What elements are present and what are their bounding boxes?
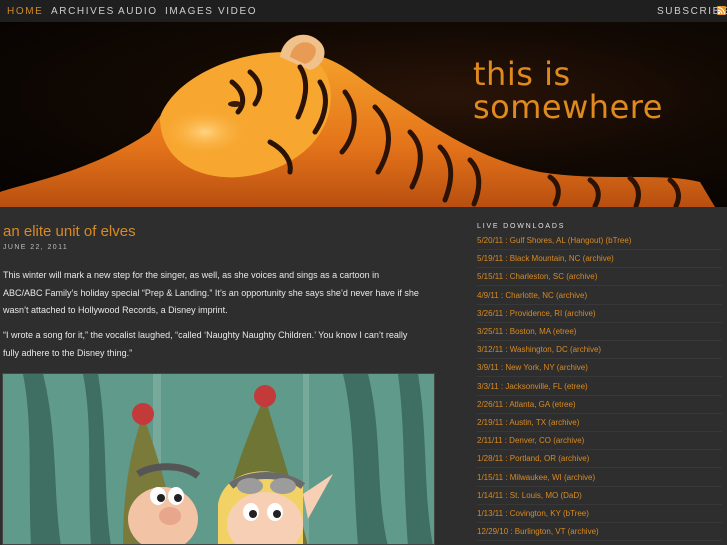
nav-archives[interactable]: ARCHIVES: [51, 6, 115, 17]
nav-video[interactable]: VIDEO: [218, 6, 257, 17]
list-divider: [477, 303, 722, 305]
list-divider: [477, 267, 722, 269]
download-link[interactable]: 1/28/11 : Portland, OR (archive): [477, 454, 722, 463]
paragraph-line: wasn’t attached to Hollywood Records, a …: [3, 305, 228, 315]
download-link[interactable]: 2/26/11 : Atlanta, GA (etree): [477, 400, 722, 409]
list-divider: [477, 249, 722, 250]
post-paragraph-2: “I wrote a song for it,” the vocalist la…: [3, 327, 448, 362]
nav-audio[interactable]: AUDIO: [118, 6, 158, 17]
list-divider: [477, 358, 722, 360]
list-divider: [477, 467, 722, 469]
brand-line-2: somewhere: [473, 88, 663, 126]
list-divider: [477, 449, 722, 451]
header-banner: this is somewhere: [0, 22, 727, 207]
nav-home[interactable]: HOME: [7, 6, 43, 17]
download-link[interactable]: 4/9/11 : Charlotte, NC (archive): [477, 291, 722, 300]
list-divider: [477, 522, 722, 523]
download-link[interactable]: 3/26/11 : Providence, RI (archive): [477, 309, 722, 318]
rss-icon[interactable]: [717, 6, 726, 15]
list-divider: [477, 503, 722, 505]
download-link[interactable]: 5/20/11 : Gulf Shores, AL (Hangout) (bTr…: [477, 236, 722, 245]
paragraph-line: “I wrote a song for it,” the vocalist la…: [3, 330, 408, 340]
top-nav: HOME ARCHIVES AUDIO IMAGES VIDEO SUBSCRI…: [0, 0, 727, 22]
list-divider: [477, 412, 722, 414]
list-divider: [477, 540, 722, 542]
list-divider: [477, 321, 722, 323]
list-divider: [477, 431, 722, 432]
list-divider: [477, 340, 722, 341]
brand-line-1: this is: [473, 55, 571, 93]
download-link[interactable]: 3/25/11 : Boston, MA (etree): [477, 327, 722, 336]
download-link[interactable]: 1/14/11 : St. Louis, MO (DaD): [477, 491, 722, 500]
download-link[interactable]: 2/11/11 : Denver, CO (archive): [477, 436, 722, 445]
download-link[interactable]: 2/19/11 : Austin, TX (archive): [477, 418, 722, 427]
download-link[interactable]: 5/19/11 : Black Mountain, NC (archive): [477, 254, 722, 263]
sidebar-title: LIVE DOWNLOADS: [477, 223, 566, 230]
elves-illustration: [3, 374, 434, 544]
download-link[interactable]: 3/12/11 : Washington, DC (archive): [477, 345, 722, 354]
list-divider: [477, 376, 722, 378]
download-link[interactable]: 3/3/11 : Jacksonville, FL (etree): [477, 382, 722, 391]
download-link[interactable]: 12/29/10 : Burlington, VT (archive): [477, 527, 722, 536]
download-link[interactable]: 3/9/11 : New York, NY (archive): [477, 363, 722, 372]
download-link[interactable]: 1/15/11 : Milwaukee, WI (archive): [477, 473, 722, 482]
post-title[interactable]: an elite unit of elves: [3, 223, 136, 240]
list-divider: [477, 285, 722, 287]
paragraph-line: This winter will mark a new step for the…: [3, 270, 380, 280]
site-brand[interactable]: this is somewhere: [473, 58, 663, 124]
post-image[interactable]: [2, 373, 435, 545]
nav-images[interactable]: IMAGES: [165, 6, 214, 17]
post-paragraph-1: This winter will mark a new step for the…: [3, 267, 448, 320]
download-link[interactable]: 1/13/11 : Covington, KY (bTree): [477, 509, 722, 518]
paragraph-line: fully adhere to the Disney thing.”: [3, 347, 133, 358]
list-divider: [477, 394, 722, 396]
list-divider: [477, 485, 722, 487]
post-date: JUNE 22, 2011: [3, 244, 69, 251]
paragraph-line: ABC/ABC Family’s holiday special “Prep &…: [3, 287, 419, 298]
download-link[interactable]: 5/15/11 : Charleston, SC (archive): [477, 272, 722, 281]
